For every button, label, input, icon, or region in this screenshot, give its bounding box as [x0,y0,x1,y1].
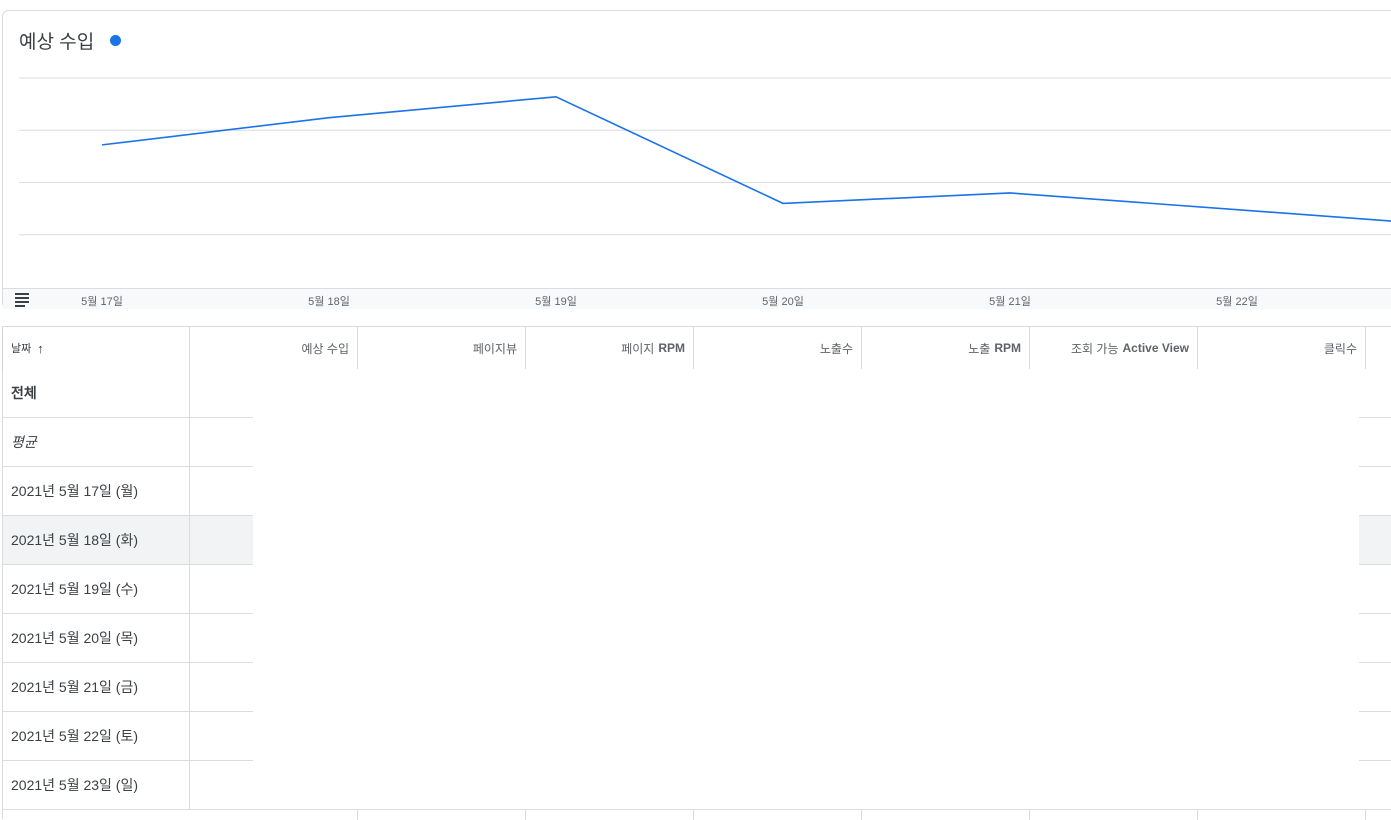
earnings-chart-card: 예상 수입 5월 17일 5월 18일 5월 19일 5월 20일 5월 21일 5월 2… [2,10,1391,309]
row-date-label: 전체 [3,369,190,417]
column-header-label: 날짜 [11,343,32,355]
row-date-label: 2021년 5월 17일 (월) [3,467,190,515]
column-header-label: 노출 [968,341,991,356]
row-date-label: 평균 [3,418,190,466]
row-date-label: 2021년 5월 22일 (토) [3,712,190,760]
table-header: 날짜 ↑ 예상 수입 페이지뷰 페이지 RPM 노출수 노출 RPM 조회 가능 Active Vi… [3,327,1391,370]
table-loading-overlay [253,379,1359,793]
column-header-3[interactable]: 페이지 RPM [526,327,694,369]
x-tick-label: 5월 22일 [1216,296,1258,308]
column-header-label: 클릭수 [1323,341,1357,356]
row-date-label: 2021년 5월 19일 (수) [3,565,190,613]
row-date-label: 2021년 5월 21일 (금) [3,663,190,711]
column-header-7[interactable]: 클릭수 [1198,327,1366,369]
column-header-bold-label: Active View [1122,341,1189,355]
menu-lines-icon[interactable] [15,293,29,307]
x-tick-label: 5월 21일 [989,296,1031,308]
column-header-5[interactable]: 노출 RPM [862,327,1030,369]
row-date-label: 2021년 5월 20일 (목) [3,614,190,662]
column-header-1[interactable]: 예상 수입 [190,327,358,369]
column-header-bold-label: RPM [994,341,1021,355]
column-header-label: 페이지뷰 [472,341,517,356]
column-header-4[interactable]: 노출수 [694,327,862,369]
column-header-6[interactable]: 조회 가능 Active View [1030,327,1198,369]
column-header-bold-label: RPM [658,341,685,355]
column-header-label: 예상 수입 [301,341,350,356]
row-date-label: 2021년 5월 23일 (일) [3,761,190,809]
x-tick-label: 5월 18일 [308,296,350,308]
column-header-label: 페이지 [621,341,655,356]
line-chart [19,77,1391,236]
column-header-label: 조회 가능 [1071,341,1119,356]
row-date-label: 2021년 5월 18일 (화) [3,516,190,564]
arrow-up-icon[interactable]: ↑ [37,341,44,356]
x-tick-label: 5월 20일 [762,296,804,308]
column-header-0[interactable]: 날짜 ↑ [3,327,190,369]
x-axis: 5월 17일 5월 18일 5월 19일 5월 20일 5월 21일 5월 22일 [3,288,1391,309]
x-tick-label: 5월 17일 [81,296,123,308]
column-header-2[interactable]: 페이지뷰 [358,327,526,369]
column-header-label: 노출수 [819,341,853,356]
series-line [101,95,1391,222]
x-tick-label: 5월 19일 [535,296,577,308]
